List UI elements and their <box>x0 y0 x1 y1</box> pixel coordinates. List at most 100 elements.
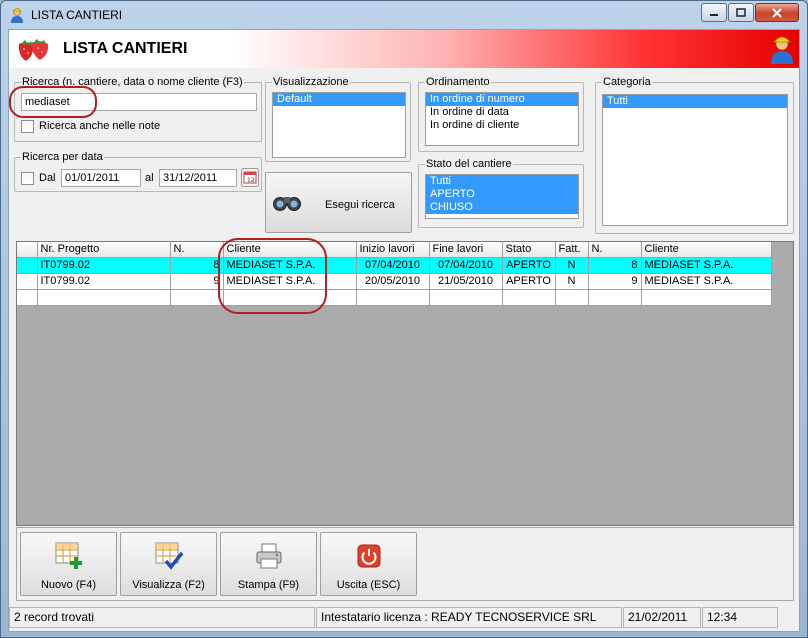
binoculars-icon <box>273 197 301 211</box>
date-from-field[interactable]: 01/01/2011 <box>61 169 141 187</box>
col-header-number[interactable]: N. <box>170 242 224 258</box>
cell-client: MEDIASET S.P.A. <box>223 257 357 274</box>
cell-project: IT0799.02 <box>37 257 171 274</box>
cell-start: 20/05/2010 <box>356 273 430 290</box>
col-header-client-2[interactable]: Cliente <box>641 242 772 258</box>
search-group: Ricerca (n. cantiere, data o nome client… <box>14 76 262 142</box>
view-option[interactable]: Default <box>273 93 405 106</box>
close-button[interactable] <box>755 3 799 22</box>
col-header-client[interactable]: Cliente <box>223 242 357 258</box>
category-listbox[interactable]: Tutti <box>602 94 788 226</box>
results-grid[interactable]: Nr. Progetto N. Cliente Inizio lavori Fi… <box>16 241 794 526</box>
power-icon <box>357 544 381 568</box>
cell-number: 9 <box>170 273 224 290</box>
row-selector[interactable] <box>17 289 38 306</box>
date-search-group: Ricerca per data Dal 01/01/2011 al 31/12… <box>14 151 262 192</box>
search-input[interactable]: mediaset <box>21 93 257 111</box>
app-window: LISTA CANTIERI LISTA CANTIERI Ricerca (n… <box>0 0 808 638</box>
category-group: Categoria Tutti <box>595 76 794 234</box>
status-group-label: Stato del cantiere <box>425 158 513 170</box>
worker-icon <box>11 8 23 23</box>
status-group: Stato del cantiere Tutti APERTO CHIUSO <box>418 158 584 228</box>
cell-end: 21/05/2010 <box>429 273 503 290</box>
empty-cell <box>170 289 224 306</box>
printer-icon <box>256 543 282 569</box>
minimize-icon <box>710 13 718 16</box>
date-to-label: al <box>145 172 154 184</box>
search-button-label: Esegui ricerca <box>325 199 395 211</box>
cell-project: IT0799.02 <box>37 273 171 290</box>
view-group: Visualizzazione Default <box>265 76 411 162</box>
maximize-icon <box>736 7 746 17</box>
new-button-label: Nuovo (F4) <box>40 579 97 591</box>
calendar-icon[interactable]: 12 <box>241 168 259 187</box>
cell-number: 8 <box>170 257 224 274</box>
table-row[interactable]: IT0799.02 9 MEDIASET S.P.A. 20/05/2010 2… <box>17 273 772 290</box>
status-record-count: 2 record trovati <box>9 607 315 628</box>
category-group-label: Categoria <box>602 76 652 88</box>
print-button[interactable]: Stampa (F9) <box>220 532 317 596</box>
category-option[interactable]: Tutti <box>603 95 787 108</box>
status-date: 21/02/2011 <box>623 607 701 628</box>
action-button-bar: Nuovo (F4) Visualizza (F2) Stampa (F9) U… <box>16 527 794 601</box>
col-header-start[interactable]: Inizio lavori <box>356 242 430 258</box>
user-icon[interactable] <box>769 34 795 64</box>
table-row[interactable]: IT0799.02 8 MEDIASET S.P.A. 07/04/2010 0… <box>17 257 772 274</box>
cell-start: 07/04/2010 <box>356 257 430 274</box>
cell-number-2: 8 <box>588 257 642 274</box>
view-listbox[interactable]: Default <box>272 92 406 158</box>
empty-cell <box>555 289 589 306</box>
status-time: 12:34 <box>702 607 778 628</box>
table-row-empty[interactable] <box>17 289 772 306</box>
sort-option[interactable]: In ordine di numero <box>426 93 578 106</box>
search-notes-checkbox[interactable] <box>21 120 34 133</box>
col-header-end[interactable]: Fine lavori <box>429 242 503 258</box>
maximize-button[interactable] <box>728 3 754 22</box>
empty-cell <box>223 289 357 306</box>
empty-cell <box>356 289 430 306</box>
title-bar[interactable]: LISTA CANTIERI <box>1 1 807 29</box>
grid-header-row: Nr. Progetto N. Cliente Inizio lavori Fi… <box>17 242 772 258</box>
new-button[interactable]: Nuovo (F4) <box>20 532 117 596</box>
status-listbox[interactable]: Tutti APERTO CHIUSO <box>425 174 579 219</box>
exit-button-label: Uscita (ESC) <box>336 579 401 591</box>
col-header-invoiced[interactable]: Fatt. <box>555 242 589 258</box>
cell-status: APERTO <box>502 273 556 290</box>
row-selector[interactable] <box>17 273 38 290</box>
empty-cell <box>588 289 642 306</box>
sort-listbox[interactable]: In ordine di numero In ordine di data In… <box>425 92 579 146</box>
status-license: Intestatario licenza : READY TECNOSERVIC… <box>316 607 622 628</box>
view-button-label: Visualizza (F2) <box>132 579 205 591</box>
col-header-project[interactable]: Nr. Progetto <box>37 242 171 258</box>
empty-cell <box>429 289 503 306</box>
view-button[interactable]: Visualizza (F2) <box>120 532 217 596</box>
cell-invoiced: N <box>555 273 589 290</box>
strawberry-logo-icon <box>18 39 49 61</box>
cell-end: 07/04/2010 <box>429 257 503 274</box>
status-option[interactable]: Tutti <box>426 175 578 188</box>
sort-option[interactable]: In ordine di cliente <box>426 119 578 132</box>
date-to-field[interactable]: 31/12/2011 <box>159 169 237 187</box>
cell-client-2: MEDIASET S.P.A. <box>641 257 772 274</box>
print-button-label: Stampa (F9) <box>237 579 300 591</box>
sort-option[interactable]: In ordine di data <box>426 106 578 119</box>
empty-cell <box>641 289 772 306</box>
date-filter-checkbox[interactable] <box>21 172 34 185</box>
cell-status: APERTO <box>502 257 556 274</box>
view-group-label: Visualizzazione <box>272 76 350 88</box>
sort-group: Ordinamento In ordine di numero In ordin… <box>418 76 584 152</box>
status-option[interactable]: CHIUSO <box>426 201 578 214</box>
col-header-status[interactable]: Stato <box>502 242 556 258</box>
search-button[interactable]: Esegui ricerca <box>265 172 412 233</box>
col-header-number-2[interactable]: N. <box>588 242 642 258</box>
minimize-button[interactable] <box>701 3 727 22</box>
date-search-label: Ricerca per data <box>21 151 104 163</box>
header-band: LISTA CANTIERI <box>9 30 799 68</box>
sort-group-label: Ordinamento <box>425 76 491 88</box>
empty-cell <box>37 289 171 306</box>
exit-button[interactable]: Uscita (ESC) <box>320 532 417 596</box>
row-selector[interactable] <box>17 257 38 274</box>
status-option[interactable]: APERTO <box>426 188 578 201</box>
empty-cell <box>502 289 556 306</box>
window-title: LISTA CANTIERI <box>31 8 123 22</box>
